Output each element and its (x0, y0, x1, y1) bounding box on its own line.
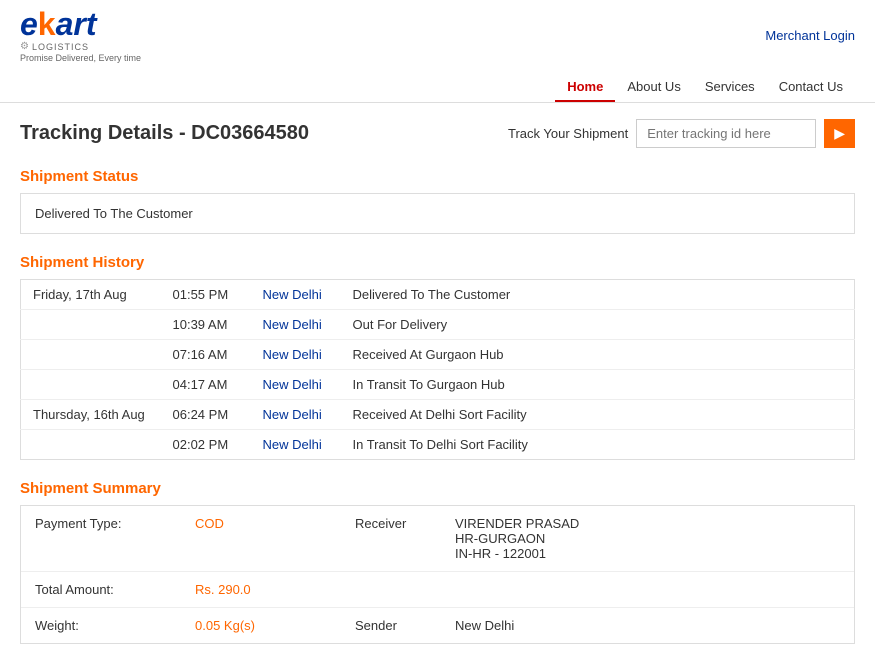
history-status: Received At Delhi Sort Facility (341, 400, 855, 430)
summary-right-label: Sender (355, 618, 455, 633)
logo-logistics-row: ⚙ LOGISTICS (20, 41, 141, 52)
track-shipment-area: Track Your Shipment ▶ (508, 119, 855, 148)
summary-value: Rs. 290.0 (195, 582, 355, 597)
history-location: New Delhi (251, 370, 341, 400)
history-row: 10:39 AM New Delhi Out For Delivery (21, 310, 855, 340)
main-content: Tracking Details - DC03664580 Track Your… (0, 103, 875, 660)
logo-text: ekart (20, 8, 97, 40)
nav-item-home[interactable]: Home (555, 71, 615, 102)
history-row: 07:16 AM New Delhi Received At Gurgaon H… (21, 340, 855, 370)
history-location: New Delhi (251, 310, 341, 340)
summary-row: Weight: 0.05 Kg(s) Sender New Delhi (21, 608, 854, 643)
shipment-status-title: Shipment Status (20, 168, 855, 185)
shipment-status-box: Delivered To The Customer (20, 193, 855, 234)
track-arrow-icon: ▶ (834, 125, 845, 142)
tracking-input[interactable] (636, 119, 816, 148)
history-row: 04:17 AM New Delhi In Transit To Gurgaon… (21, 370, 855, 400)
summary-row: Payment Type: COD Receiver VIRENDER PRAS… (21, 506, 854, 572)
logo-tagline: Promise Delivered, Every time (20, 53, 141, 63)
history-status: In Transit To Gurgaon Hub (341, 370, 855, 400)
summary-right-value: VIRENDER PRASADHR-GURGAONIN-HR - 122001 (455, 516, 579, 561)
history-row: Friday, 17th Aug 01:55 PM New Delhi Deli… (21, 280, 855, 310)
summary-label: Weight: (35, 618, 195, 633)
summary-box: Payment Type: COD Receiver VIRENDER PRAS… (20, 505, 855, 644)
history-status: In Transit To Delhi Sort Facility (341, 430, 855, 460)
summary-right-value: New Delhi (455, 618, 514, 633)
merchant-login-link[interactable]: Merchant Login (765, 28, 855, 43)
summary-row: Total Amount: Rs. 290.0 (21, 572, 854, 608)
summary-label: Total Amount: (35, 582, 195, 597)
history-location: New Delhi (251, 400, 341, 430)
history-location: New Delhi (251, 280, 341, 310)
logo: ekart ⚙ LOGISTICS Promise Delivered, Eve… (20, 8, 141, 63)
logo-row: ekart ⚙ LOGISTICS Promise Delivered, Eve… (20, 8, 141, 63)
nav: Home About Us Services Contact Us (20, 67, 855, 102)
history-location: New Delhi (251, 430, 341, 460)
nav-item-about[interactable]: About Us (615, 71, 692, 102)
history-time: 02:02 PM (161, 430, 251, 460)
history-time: 04:17 AM (161, 370, 251, 400)
header: ekart ⚙ LOGISTICS Promise Delivered, Eve… (0, 0, 875, 103)
history-location: New Delhi (251, 340, 341, 370)
history-date (21, 430, 161, 460)
history-status: Received At Gurgaon Hub (341, 340, 855, 370)
history-row: 02:02 PM New Delhi In Transit To Delhi S… (21, 430, 855, 460)
page-title: Tracking Details - DC03664580 (20, 122, 309, 145)
history-date: Friday, 17th Aug (21, 280, 161, 310)
history-row: Thursday, 16th Aug 06:24 PM New Delhi Re… (21, 400, 855, 430)
history-status: Delivered To The Customer (341, 280, 855, 310)
history-time: 07:16 AM (161, 340, 251, 370)
history-time: 10:39 AM (161, 310, 251, 340)
nav-item-services[interactable]: Services (693, 71, 767, 102)
logo-logistics-label: LOGISTICS (32, 42, 89, 52)
track-submit-button[interactable]: ▶ (824, 119, 855, 148)
summary-right-label: Receiver (355, 516, 455, 531)
logo-area: ekart ⚙ LOGISTICS Promise Delivered, Eve… (20, 8, 141, 63)
track-label: Track Your Shipment (508, 126, 628, 141)
history-time: 01:55 PM (161, 280, 251, 310)
summary-value: 0.05 Kg(s) (195, 618, 355, 633)
history-date: Thursday, 16th Aug (21, 400, 161, 430)
summary-value: COD (195, 516, 355, 531)
history-date (21, 370, 161, 400)
header-top: ekart ⚙ LOGISTICS Promise Delivered, Eve… (20, 0, 855, 67)
history-status: Out For Delivery (341, 310, 855, 340)
shipment-history-title: Shipment History (20, 254, 855, 271)
nav-item-contact[interactable]: Contact Us (767, 71, 855, 102)
tracking-header-row: Tracking Details - DC03664580 Track Your… (20, 119, 855, 148)
shipment-status-text: Delivered To The Customer (35, 206, 193, 221)
shipment-summary-title: Shipment Summary (20, 480, 855, 497)
summary-label: Payment Type: (35, 516, 195, 531)
history-time: 06:24 PM (161, 400, 251, 430)
history-date (21, 340, 161, 370)
history-date (21, 310, 161, 340)
history-table: Friday, 17th Aug 01:55 PM New Delhi Deli… (20, 279, 855, 460)
